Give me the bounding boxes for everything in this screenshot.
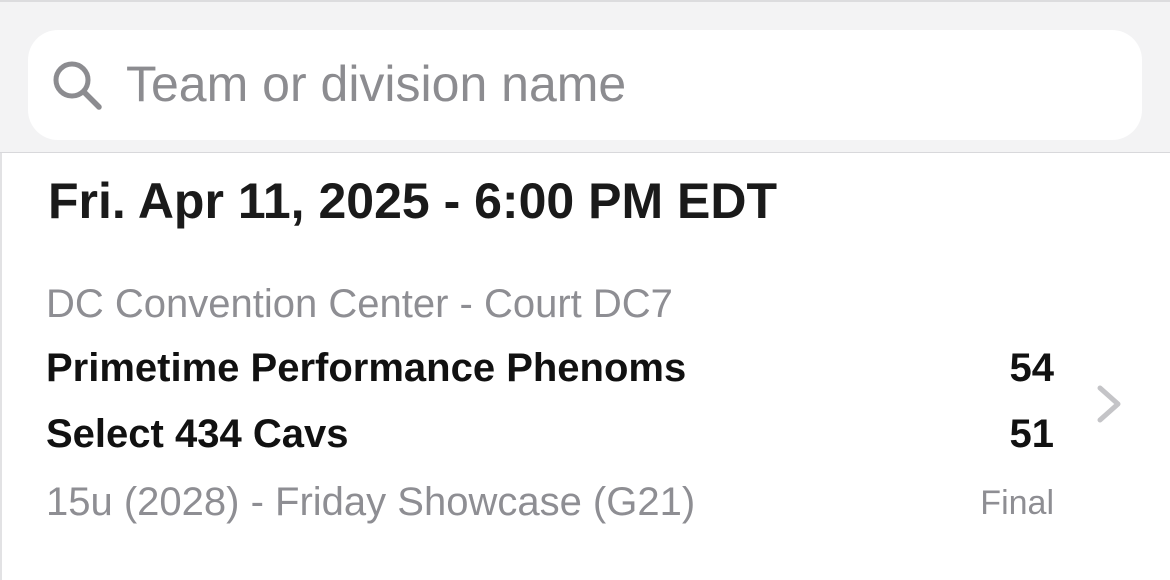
chevron-right-icon[interactable]: [1094, 384, 1124, 424]
game-row[interactable]: DC Convention Center - Court DC7 Primeti…: [0, 270, 1170, 540]
away-team-name: Select 434 Cavs: [46, 412, 349, 456]
away-team-score: 51: [1009, 412, 1055, 456]
search-input[interactable]: [126, 52, 1086, 116]
division-label: 15u (2028) - Friday Showcase (G21): [46, 480, 696, 524]
home-team-score: 54: [1009, 346, 1055, 390]
date-header: Fri. Apr 11, 2025 - 6:00 PM EDT: [48, 173, 777, 229]
search-icon: [53, 61, 102, 110]
home-team-name: Primetime Performance Phenoms: [46, 346, 687, 390]
venue-label: DC Convention Center - Court DC7: [46, 282, 673, 326]
game-status: Final: [980, 484, 1054, 522]
